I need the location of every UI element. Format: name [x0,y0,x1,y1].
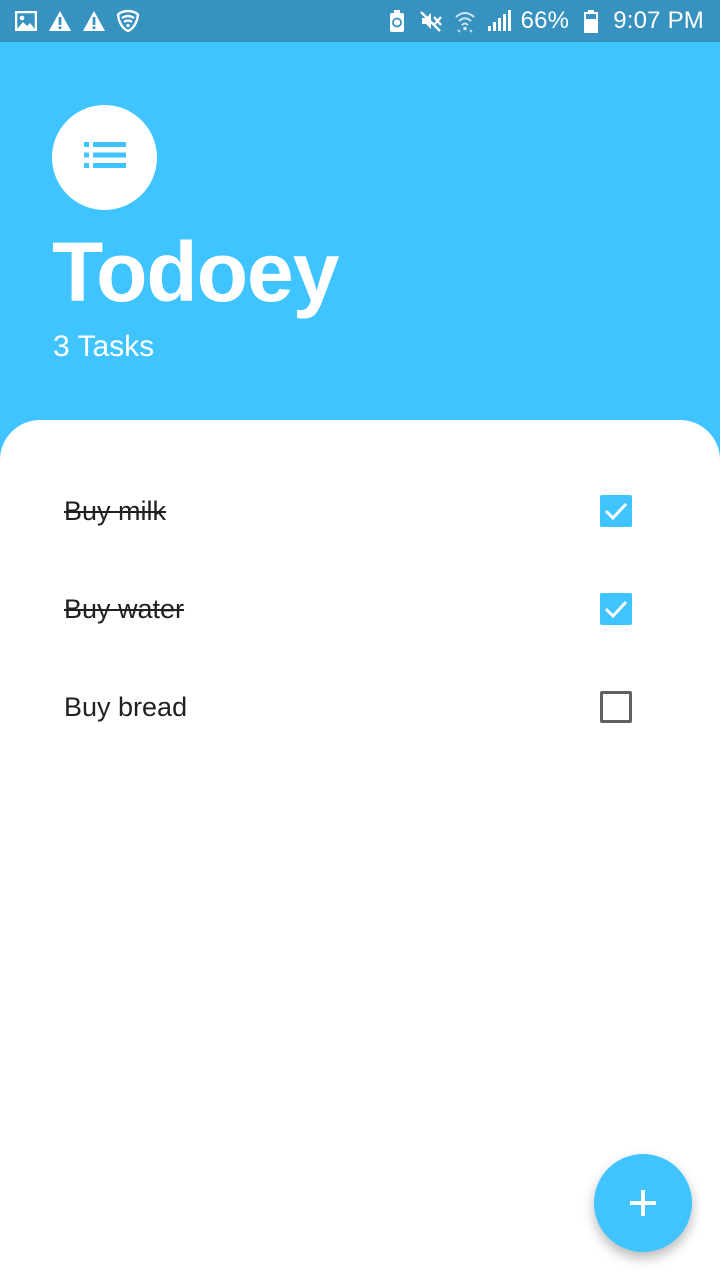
check-icon [604,600,628,619]
list-icon [83,142,126,173]
add-task-button[interactable] [594,1154,692,1252]
task-panel: Buy milk Buy water Buy bread [0,420,720,1280]
task-checkbox[interactable] [600,593,632,625]
image-icon [14,9,38,33]
task-count: 3 Tasks [53,330,155,363]
check-icon [604,502,628,521]
warning-icon [82,9,106,33]
battery-icon [579,9,603,33]
status-bar: 66% 9:07 PM [0,0,720,42]
app-icon-badge [52,105,157,210]
mute-icon [419,9,443,33]
battery-percent: 66% [520,7,570,34]
signal-icon [487,9,511,33]
status-right-icons: 66% 9:07 PM [385,7,704,35]
task-item[interactable]: Buy milk [0,462,720,560]
task-checkbox[interactable] [600,495,632,527]
task-label: Buy milk [64,495,167,526]
warning-icon [48,9,72,33]
task-list: Buy milk Buy water Buy bread [0,462,720,756]
task-item[interactable]: Buy bread [0,658,720,756]
task-label: Buy bread [64,691,188,722]
wifi-icon [453,9,477,33]
header: Todoey 3 Tasks [0,42,720,422]
task-item[interactable]: Buy water [0,560,720,658]
task-label: Buy water [64,593,185,624]
status-left-icons [14,9,140,33]
battery-saver-icon [385,9,409,33]
plus-icon [630,1190,656,1216]
page-title: Todoey [52,225,339,319]
task-checkbox[interactable] [600,691,632,723]
shield-icon [116,9,140,33]
status-time: 9:07 PM [613,7,704,34]
